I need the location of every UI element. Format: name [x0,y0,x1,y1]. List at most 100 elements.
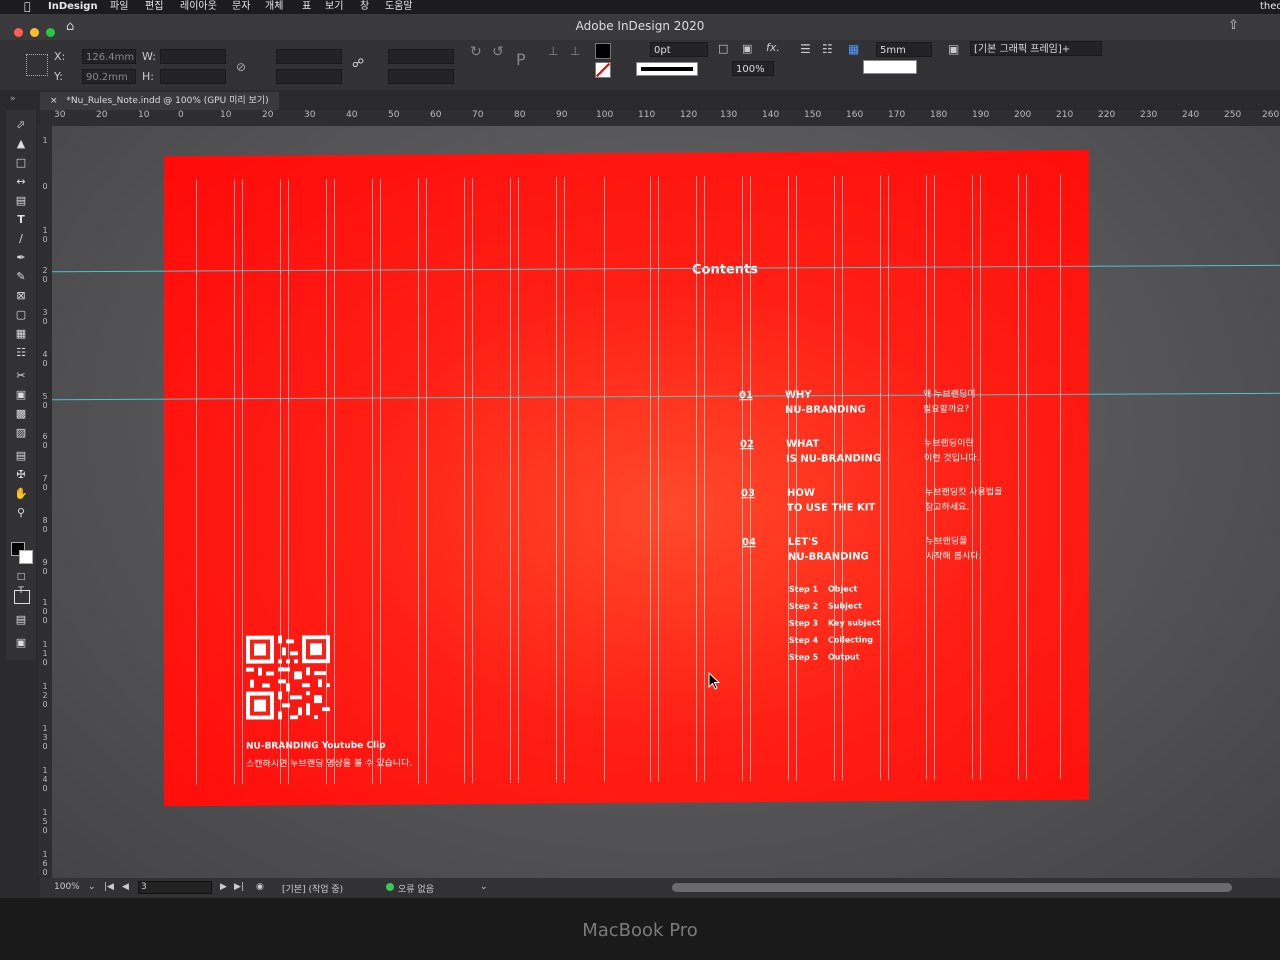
rectangle-tool-icon[interactable]: ▢ [13,308,29,322]
frame-icon[interactable]: ▣ [742,42,752,55]
menu-type[interactable]: 문자 [232,0,250,14]
toc-title[interactable]: IS NU-BRANDING [786,453,881,465]
rotate-ccw-icon[interactable]: ↺ [492,44,504,60]
step-label[interactable]: Step 2 [789,602,818,611]
normal-view-icon[interactable] [14,590,30,604]
error-status[interactable]: 오류 없음 [398,882,434,895]
scissors-tool-icon[interactable]: ✂ [13,369,29,383]
table-tool-icon[interactable]: ▦ [13,327,29,341]
toc-desc[interactable]: 누브랜딩이란 [924,436,974,449]
type-tool-icon[interactable]: T [13,213,29,227]
rotate-field[interactable] [388,49,454,64]
preview-mode-icon[interactable]: ▣ [13,636,29,650]
stroke-color-icon[interactable] [19,550,33,564]
horizontal-scrollbar[interactable] [672,883,1232,892]
toc-title[interactable]: NU-BRANDING [785,404,866,416]
toc-num[interactable]: 03 [741,488,755,499]
apple-icon[interactable]:  [24,0,31,14]
selection-tool-icon[interactable]: ⬀ [13,118,29,132]
document-tab[interactable]: × *Nu_Rules_Note.indd @ 100% (GPU 미리 보기) [40,92,279,110]
toc-title[interactable]: WHAT [786,439,819,450]
opacity-field[interactable]: 100% [732,61,774,76]
toc-desc[interactable]: 누브랜딩을 [926,534,967,547]
distribute-icon[interactable]: ⊥ [570,44,580,58]
align-icon[interactable]: ⊥ [548,44,558,58]
fitting-icon[interactable]: □ [718,42,728,55]
menu-table[interactable]: 표 [302,0,311,14]
gap-tool-icon[interactable]: ↔ [13,175,29,189]
panel-collapse-icon[interactable]: » [10,94,16,104]
shear-field[interactable] [388,69,454,84]
grid-tool-icon[interactable]: ☷ [13,346,29,360]
last-page-icon[interactable]: ▶| [234,882,244,892]
page-tool-icon[interactable]: □ [13,156,29,170]
close-window-button[interactable] [14,28,23,37]
gutter-field[interactable]: 5mm [876,42,932,57]
x-field[interactable]: 126.4mm [82,49,136,64]
step-name[interactable]: Object [828,584,857,593]
toc-title[interactable]: LET'S [788,537,818,548]
pen-tool-icon[interactable]: ✒ [13,251,29,265]
step-name[interactable]: Key subject [828,618,880,627]
gradient-swatch-tool-icon[interactable]: ▩ [13,407,29,421]
home-icon[interactable]: ⌂ [66,19,74,34]
menu-object[interactable]: 개체 [265,0,283,14]
menu-help[interactable]: 도움말 [385,0,413,14]
content-collector-icon[interactable]: ▤ [13,194,29,208]
qr-caption[interactable]: NU-BRANDING Youtube Clip [246,741,386,752]
toc-desc[interactable]: 필요할까요? [923,402,969,415]
status-menu-icon[interactable]: ⌄ [480,882,488,892]
menu-file[interactable]: 파일 [110,0,128,14]
stroke-swatch[interactable] [595,62,611,78]
next-page-icon[interactable]: ▶ [220,882,227,892]
pencil-tool-icon[interactable]: ✎ [13,270,29,284]
toc-num[interactable]: 04 [742,537,756,548]
qr-subcaption[interactable]: 스캔하시면 누브랜딩 영상을 볼 수 있습니다. [246,755,412,769]
free-transform-tool-icon[interactable]: ▣ [13,388,29,402]
menu-window[interactable]: 창 [360,0,369,14]
effects-icon[interactable]: fx. [766,41,780,54]
line-tool-icon[interactable]: ∕ [13,232,29,246]
step-label[interactable]: Step 1 [789,585,818,594]
minimize-window-button[interactable] [30,28,39,37]
step-name[interactable]: Output [828,652,860,661]
toc-desc[interactable]: 시작해 봅시다. [926,549,981,562]
auto-fit-icon[interactable]: ▦ [848,42,859,56]
text-wrap-icon[interactable]: ☰ [800,42,811,56]
screen-mode-icon[interactable]: ▤ [13,613,29,627]
width-field[interactable] [160,49,226,64]
tab-close-icon[interactable]: × [50,96,58,106]
menu-edit[interactable]: 편집 [145,0,163,14]
stroke-type-select[interactable] [636,62,698,76]
note-tool-icon[interactable]: ▤ [13,449,29,463]
step-label[interactable]: Step 4 [789,636,818,645]
eyedropper-tool-icon[interactable]: ✠ [13,468,29,482]
reference-point-icon[interactable] [26,54,48,76]
first-page-icon[interactable]: |◀ [104,882,114,892]
app-menu[interactable]: InDesign [48,0,98,14]
toc-desc[interactable]: 누브랜딩킷 사용법을 [925,484,1002,498]
gradient-feather-tool-icon[interactable]: ▨ [13,426,29,440]
zoom-level[interactable]: 100% [54,882,80,892]
toc-title[interactable]: TO USE THE KIT [787,502,875,514]
fill-swatch[interactable] [595,43,611,59]
toc-title[interactable]: NU-BRANDING [788,551,869,563]
columns-icon[interactable]: ☷ [822,42,833,56]
page-number-field[interactable]: 3 [138,881,212,894]
document-page[interactable]: Contents 01 WHY NU-BRANDING 왜 누브랜딩이 필요할까… [164,149,1089,807]
direct-selection-tool-icon[interactable]: ▲ [13,137,29,151]
contents-title[interactable]: Contents [692,262,758,277]
link-scale-icon[interactable]: ☍ [352,56,364,70]
share-icon[interactable]: ⇧ [1228,18,1239,33]
toc-num[interactable]: 02 [740,439,754,450]
preflight-profile[interactable]: [기본] (작업 중) [282,882,343,895]
step-label[interactable]: Step 5 [789,653,818,662]
swatch-select[interactable] [863,60,917,74]
constrain-proportions-icon[interactable]: ⊘ [236,60,246,74]
zoom-dropdown-icon[interactable]: ⌄ [88,882,96,892]
scale-y-field[interactable] [276,69,342,84]
menu-layout[interactable]: 레이아웃 [180,0,217,14]
y-field[interactable]: 90.2mm [82,69,136,84]
object-style-icon[interactable]: ▣ [948,42,959,56]
zoom-window-button[interactable] [46,28,55,37]
